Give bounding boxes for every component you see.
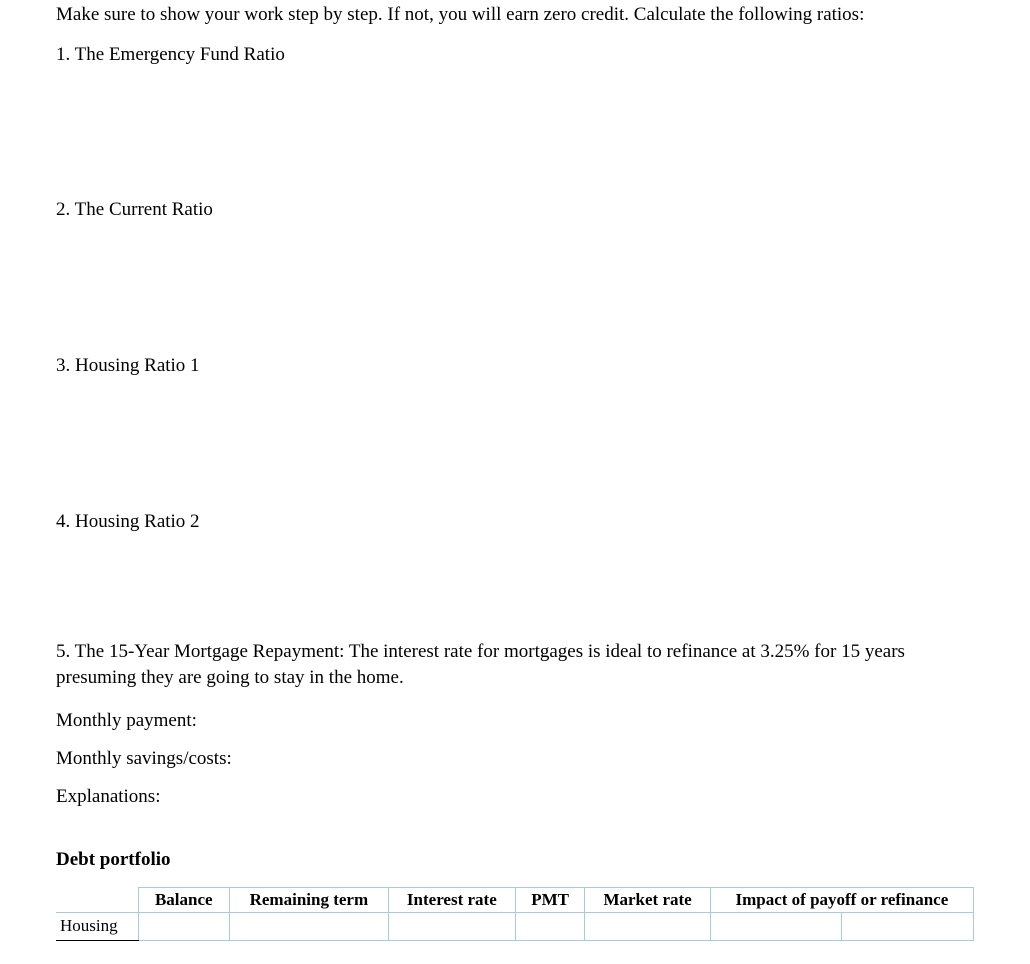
table-row: Housing <box>56 912 974 940</box>
table-row-label-housing: Housing <box>56 912 138 940</box>
explanations-label: Explanations: <box>56 784 974 810</box>
table-cell <box>229 912 388 940</box>
table-header-remaining-term: Remaining term <box>229 888 388 913</box>
table-header-market-rate: Market rate <box>585 888 710 913</box>
table-header-row: Balance Remaining term Interest rate PMT… <box>56 888 974 913</box>
debt-portfolio-heading: Debt portfolio <box>56 847 974 873</box>
question-3: 3. Housing Ratio 1 <box>56 353 974 379</box>
table-cell <box>515 912 584 940</box>
table-header-balance: Balance <box>138 888 229 913</box>
table-cell <box>585 912 710 940</box>
intro-text: Make sure to show your work step by step… <box>56 2 974 28</box>
table-header-impact: Impact of payoff or refinance <box>710 888 973 913</box>
table-cell <box>388 912 515 940</box>
table-header-interest-rate: Interest rate <box>388 888 515 913</box>
question-4: 4. Housing Ratio 2 <box>56 509 974 535</box>
debt-portfolio-table: Balance Remaining term Interest rate PMT… <box>56 887 974 940</box>
table-header-empty <box>56 888 138 913</box>
table-cell <box>842 912 974 940</box>
question-2: 2. The Current Ratio <box>56 197 974 223</box>
question-5: 5. The 15-Year Mortgage Repayment: The i… <box>56 639 974 690</box>
monthly-savings-label: Monthly savings/costs: <box>56 746 974 772</box>
table-header-pmt: PMT <box>515 888 584 913</box>
question-1: 1. The Emergency Fund Ratio <box>56 42 974 68</box>
table-cell <box>138 912 229 940</box>
table-cell <box>710 912 842 940</box>
monthly-payment-label: Monthly payment: <box>56 708 974 734</box>
